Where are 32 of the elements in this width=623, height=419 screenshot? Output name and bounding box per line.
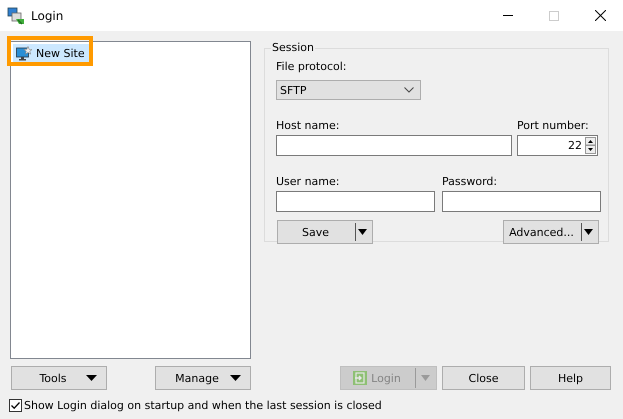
- close-icon[interactable]: [594, 10, 606, 21]
- caret-icon: [584, 229, 593, 235]
- port-spinbox[interactable]: 22: [517, 135, 598, 156]
- password-field[interactable]: [442, 191, 601, 212]
- checkbox-label: Show Login dialog on startup and when the last session is closed: [24, 399, 382, 412]
- caret-icon: [421, 375, 430, 381]
- caret-icon: [358, 229, 367, 235]
- caret-icon: [86, 375, 97, 381]
- login-icon: [353, 371, 368, 385]
- spinner-arrows-icon: [585, 137, 596, 154]
- input-field[interactable]: [276, 191, 435, 212]
- monitor-icon: [16, 46, 32, 62]
- field-label: File protocol:: [276, 60, 348, 73]
- dialog-button[interactable]: Help: [530, 366, 611, 390]
- chevron-down-icon: [404, 87, 414, 93]
- dialog-button[interactable]: Tools: [11, 366, 107, 390]
- dialog-button[interactable]: Save: [277, 220, 373, 244]
- field-label: Port number:: [517, 119, 590, 132]
- checkbox[interactable]: [9, 399, 22, 412]
- dialog-button[interactable]: Manage: [155, 366, 251, 390]
- caret-icon: [230, 375, 241, 381]
- dialog-button[interactable]: Close: [442, 366, 525, 390]
- input-field[interactable]: [276, 135, 512, 156]
- site-item[interactable]: New Site: [13, 44, 91, 63]
- dialog-button[interactable]: Advanced...: [503, 220, 599, 244]
- group-title: Session: [271, 41, 315, 54]
- field-label: Password:: [442, 175, 498, 188]
- field-label: User name:: [276, 175, 340, 188]
- protocol-dropdown[interactable]: SFTP: [276, 80, 421, 100]
- field-label: Host name:: [276, 119, 340, 132]
- window-title: Login: [31, 8, 64, 22]
- app-icon: [7, 6, 25, 24]
